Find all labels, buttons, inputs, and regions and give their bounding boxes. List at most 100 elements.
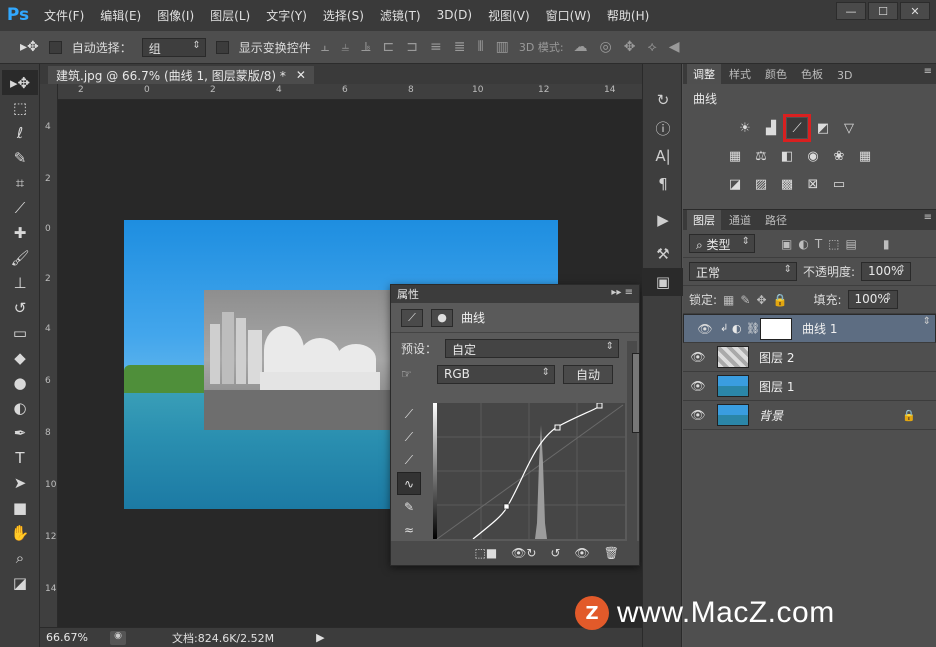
properties-panel-icon[interactable]: ▣ xyxy=(643,268,683,296)
tab-layers[interactable]: 图层 xyxy=(687,210,721,230)
crop-tool-icon[interactable]: ⌗ xyxy=(2,170,38,195)
layer-name[interactable]: 图层 2 xyxy=(759,349,794,366)
levels-icon[interactable]: ▟ xyxy=(761,118,781,138)
info-panel-icon[interactable]: ⓘ xyxy=(643,114,683,142)
photo-filter-icon[interactable]: ◉ xyxy=(803,146,823,166)
posterize-icon[interactable]: ▨ xyxy=(751,174,771,194)
properties-scrollbar[interactable] xyxy=(627,341,640,541)
quick-select-tool-icon[interactable]: ✎ xyxy=(2,145,38,170)
panel-menu-icon[interactable]: ▸▸ ≡ xyxy=(611,287,633,298)
sample-black-eyedropper-icon[interactable]: ⟋ xyxy=(397,403,421,426)
menu-3d[interactable]: 3D(D) xyxy=(429,8,480,22)
pan-3d-icon[interactable]: ✥ xyxy=(624,39,636,55)
pen-tool-icon[interactable]: ✒ xyxy=(2,420,38,445)
layer-row[interactable]: 👁 图层 1 xyxy=(683,372,936,401)
preset-dropdown[interactable]: 自定 xyxy=(445,338,620,358)
menu-select[interactable]: 选择(S) xyxy=(315,7,372,24)
tab-adjustments[interactable]: 调整 xyxy=(687,64,721,84)
panel-menu-icon[interactable]: ≡ xyxy=(924,66,932,77)
lock-pixels-icon[interactable]: ✎ xyxy=(740,293,750,307)
maximize-button[interactable]: ☐ xyxy=(868,2,898,20)
character-panel-icon[interactable]: A| xyxy=(643,142,683,170)
close-tab-icon[interactable]: ✕ xyxy=(296,68,306,82)
brush-tool-icon[interactable]: 🖌 xyxy=(2,245,38,270)
black-white-icon[interactable]: ◧ xyxy=(777,146,797,166)
align-bottom-icon[interactable]: ⫡ xyxy=(361,39,370,55)
layer-row[interactable]: 👁 图层 2 xyxy=(683,343,936,372)
sample-gray-eyedropper-icon[interactable]: ⟋ xyxy=(397,426,421,449)
auto-select-checkbox[interactable] xyxy=(48,40,62,54)
clip-to-layer-icon[interactable]: ⬚■ xyxy=(474,546,497,560)
eraser-tool-icon[interactable]: ▭ xyxy=(2,320,38,345)
visibility-eye-icon[interactable]: 👁 xyxy=(690,322,720,336)
lasso-tool-icon[interactable]: ℓ xyxy=(2,120,38,145)
tab-channels[interactable]: 通道 xyxy=(723,210,757,230)
sample-white-eyedropper-icon[interactable]: ⟋ xyxy=(397,449,421,472)
tab-color[interactable]: 颜色 xyxy=(759,64,793,84)
filter-smart-icon[interactable]: ▤ xyxy=(846,237,857,251)
mask-link-icon[interactable]: ⛓ xyxy=(746,322,760,335)
layer-mask-icon[interactable]: ● xyxy=(431,308,453,327)
invert-icon[interactable]: ◪ xyxy=(725,174,745,194)
eyedropper-tool-icon[interactable]: ⟋ xyxy=(2,195,38,220)
scale-3d-icon[interactable]: ◀ xyxy=(669,39,680,55)
shape-tool-icon[interactable]: ■ xyxy=(2,495,38,520)
visibility-eye-icon[interactable]: 👁 xyxy=(683,350,713,364)
filter-kind-dropdown[interactable]: ⌕ 类型 xyxy=(689,234,755,253)
curves-icon[interactable]: ⟋ xyxy=(783,114,811,142)
lock-transparent-icon[interactable]: ▦ xyxy=(723,293,734,307)
align-hcenter-icon[interactable]: ⊐ xyxy=(406,39,418,55)
filter-toggle-icon[interactable]: ▮ xyxy=(883,237,890,251)
status-menu-arrow-icon[interactable]: ▶ xyxy=(316,631,324,644)
filter-type-icon[interactable]: T xyxy=(815,237,822,251)
orbit-3d-icon[interactable]: ☁ xyxy=(574,39,588,55)
align-top-icon[interactable]: ⫠ xyxy=(321,39,329,55)
edit-points-icon[interactable]: ∿ xyxy=(397,472,421,495)
tab-styles[interactable]: 样式 xyxy=(723,64,757,84)
auto-button[interactable]: 自动 xyxy=(563,364,613,384)
gradient-map-icon[interactable]: ▭ xyxy=(829,174,849,194)
status-info-icon[interactable]: ◉ xyxy=(110,630,126,645)
align-left-icon[interactable]: ⊏ xyxy=(383,39,395,55)
menu-filter[interactable]: 滤镜(T) xyxy=(372,7,429,24)
threshold-icon[interactable]: ▩ xyxy=(777,174,797,194)
visibility-toggle-icon[interactable]: 👁 xyxy=(575,546,590,560)
opacity-input[interactable]: 100% xyxy=(861,262,912,281)
menu-edit[interactable]: 编辑(E) xyxy=(92,7,149,24)
bucket-tool-icon[interactable]: ◆ xyxy=(2,345,38,370)
curve-graph[interactable] xyxy=(433,402,625,540)
hue-saturation-icon[interactable]: ▦ xyxy=(725,146,745,166)
tool-presets-icon[interactable]: ⚒ xyxy=(643,240,683,268)
slide-3d-icon[interactable]: ⟡ xyxy=(648,39,657,55)
hand-tool-icon[interactable]: ✋ xyxy=(2,520,38,545)
show-transform-checkbox[interactable] xyxy=(215,40,229,54)
tab-swatches[interactable]: 色板 xyxy=(795,64,829,84)
align-vcenter-icon[interactable]: ⫨ xyxy=(341,39,349,55)
delete-adjustment-icon[interactable]: 🗑 xyxy=(604,546,619,560)
layer-row[interactable]: 👁 背景 🔒 xyxy=(683,401,936,430)
color-balance-icon[interactable]: ⚖ xyxy=(751,146,771,166)
curves-adjustment-icon[interactable]: ⟋ xyxy=(401,308,423,327)
layer-mask-thumbnail[interactable] xyxy=(760,317,792,340)
stamp-tool-icon[interactable]: ⊥ xyxy=(2,270,38,295)
scrollbar-thumb[interactable] xyxy=(632,353,640,433)
history-brush-tool-icon[interactable]: ↺ xyxy=(2,295,38,320)
layer-name[interactable]: 背景 xyxy=(759,407,783,424)
layer-name[interactable]: 图层 1 xyxy=(759,378,794,395)
history-panel-icon[interactable]: ↻ xyxy=(643,86,683,114)
channel-dropdown[interactable]: RGB xyxy=(437,364,555,384)
dodge-tool-icon[interactable]: ◐ xyxy=(2,395,38,420)
lock-position-icon[interactable]: ✥ xyxy=(756,293,766,307)
type-tool-icon[interactable]: T xyxy=(2,445,38,470)
layer-row[interactable]: 👁 ↲ ◐ ⛓ 曲线 1 xyxy=(683,314,936,343)
auto-select-dropdown[interactable]: 组 xyxy=(141,37,206,57)
minimize-button[interactable]: — xyxy=(836,2,866,20)
blur-tool-icon[interactable]: ● xyxy=(2,370,38,395)
move-tool-icon[interactable]: ▸✥ xyxy=(2,70,38,95)
channel-mixer-icon[interactable]: ❀ xyxy=(829,146,849,166)
color-lookup-icon[interactable]: ▦ xyxy=(855,146,875,166)
vibrance-icon[interactable]: ▽ xyxy=(839,118,859,138)
path-select-tool-icon[interactable]: ➤ xyxy=(2,470,38,495)
panel-menu-icon[interactable]: ≡ xyxy=(924,212,932,223)
document-tab[interactable]: 建筑.jpg @ 66.7% (曲线 1, 图层蒙版/8) * ✕ xyxy=(48,66,314,84)
